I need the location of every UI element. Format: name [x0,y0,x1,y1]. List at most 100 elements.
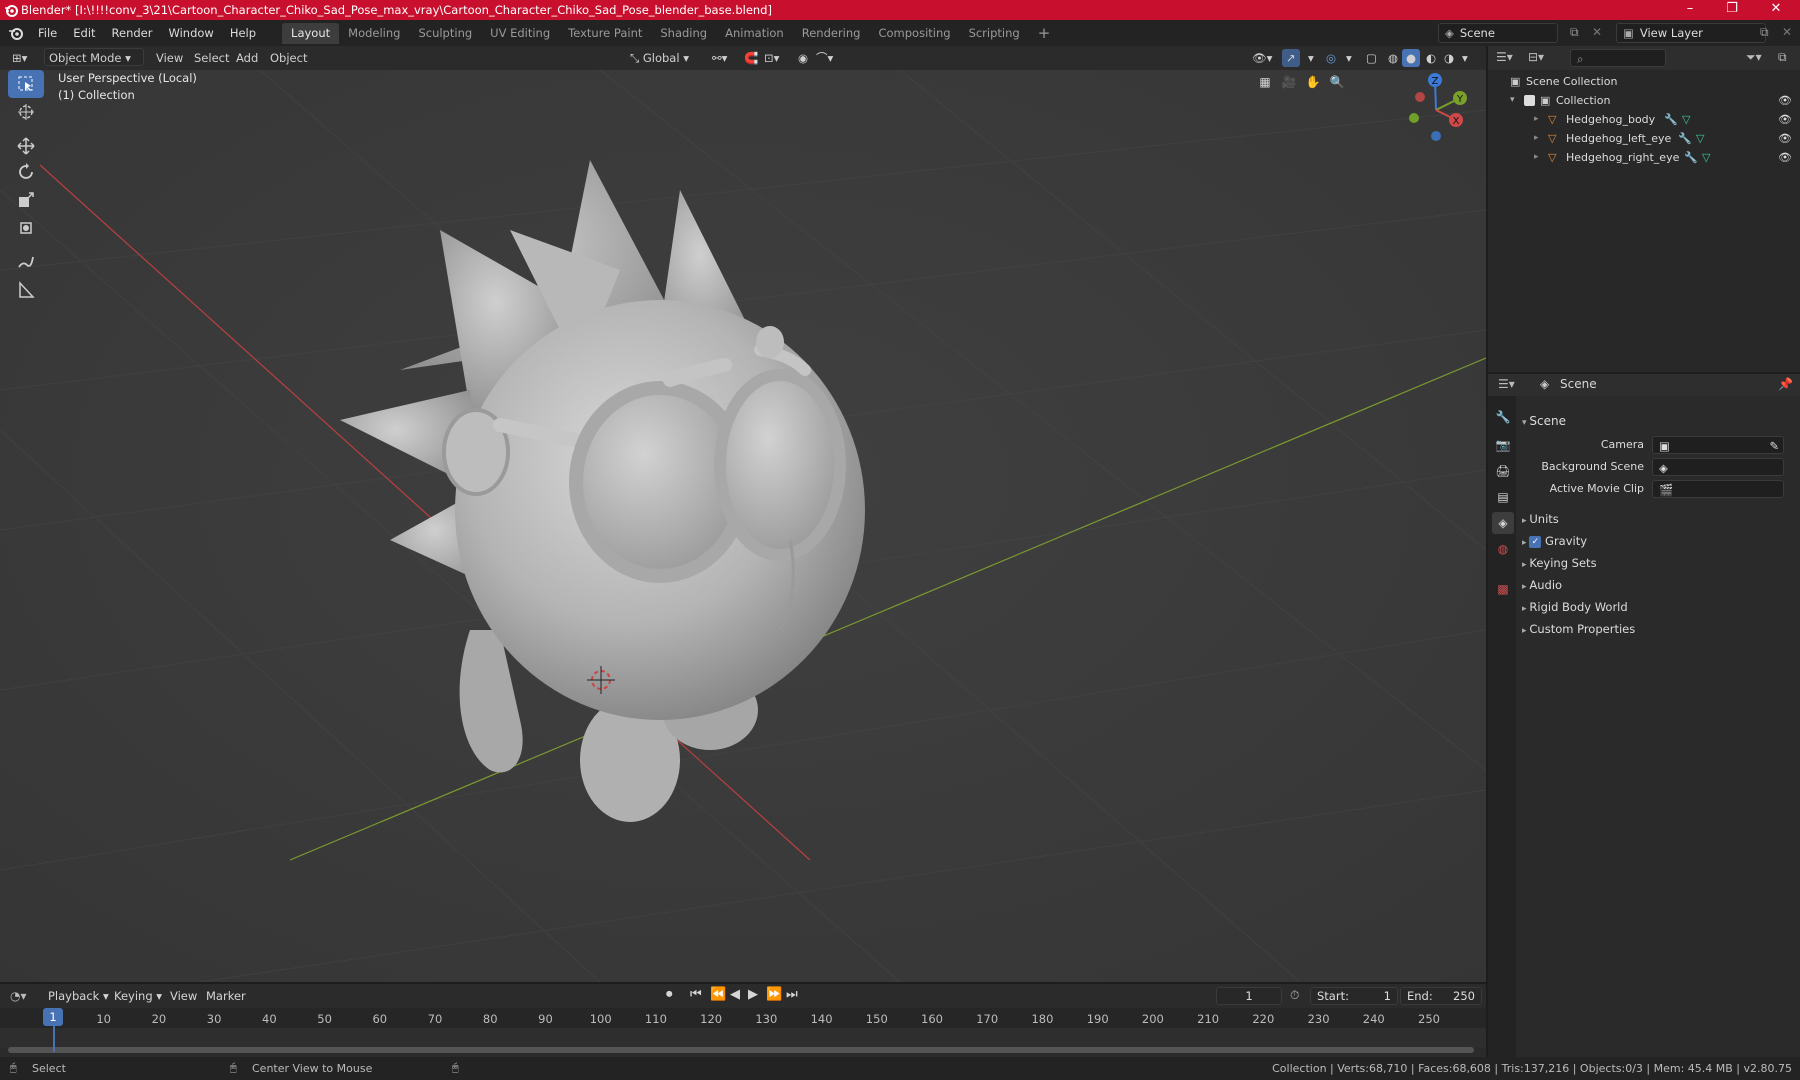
transform-tool[interactable] [8,214,44,242]
record-icon[interactable]: ⏺ [666,987,673,1002]
modifier-icon[interactable]: 🔧 [1684,148,1698,167]
outliner-search-input[interactable]: ⌕ [1570,49,1666,67]
keying-menu[interactable]: Keying ▾ [114,989,162,1003]
output-tab-icon[interactable]: 🖨 [1492,460,1514,482]
new-scene-icon[interactable]: ⧉ [1570,25,1579,40]
tool-tab-icon[interactable]: 🔧 [1492,406,1514,428]
play-icon[interactable]: ▶ [748,987,758,1002]
filter-icon[interactable]: ⏷▾ [1746,50,1762,65]
toggle-grid-icon[interactable]: ▦ [1253,70,1277,94]
audio-panel[interactable]: ▸ Audio [1522,574,1562,596]
orientation-dropdown[interactable]: ⤡ Global ▾ [626,49,693,67]
texture-tab-icon[interactable]: ▩ [1492,578,1514,600]
shading-material-icon[interactable]: ◐ [1422,49,1440,67]
gizmo-dropdown-icon[interactable]: ▾ [1304,49,1318,67]
preview-range-icon[interactable]: ⏱ [1290,988,1299,1003]
minimize-icon[interactable]: – [1672,0,1708,20]
menu-window[interactable]: Window [160,23,221,43]
outliner-row-collection[interactable]: ▾ ▣ Collection 👁 [1488,91,1800,110]
overlay-icon[interactable]: ◎ [1322,49,1340,67]
blender-menu-icon[interactable] [8,25,24,41]
shading-dropdown-icon[interactable]: ▾ [1458,49,1472,67]
tab-rendering[interactable]: Rendering [793,23,870,44]
view-layer-selector[interactable]: ▣ View Layer [1616,23,1766,43]
rigid-body-world-panel[interactable]: ▸ Rigid Body World [1522,596,1628,618]
object-menu[interactable]: Object [266,49,311,67]
outliner-row-hedgehog-body[interactable]: ▸ ▽ Hedgehog_body 🔧 ▽ 👁 [1488,110,1800,129]
annotate-tool[interactable] [8,248,44,276]
expand-object-icon[interactable]: ▸ [1534,129,1539,148]
timeline-scrollbar[interactable] [8,1047,1474,1053]
timeline-view-menu[interactable]: View [170,989,197,1003]
scene-selector[interactable]: ◈ Scene [1438,23,1558,43]
display-mode-icon[interactable]: ⊟▾ [1528,50,1544,64]
delete-scene-icon[interactable]: ✕ [1592,25,1602,39]
snap-target-icon[interactable]: ⊡▾ [760,49,783,67]
mesh-data-icon[interactable]: ▽ [1696,129,1704,148]
tab-sculpting[interactable]: Sculpting [409,23,481,44]
add-workspace-icon[interactable]: + [1029,23,1060,44]
next-keyframe-icon[interactable]: ⏩ [766,987,782,1002]
menu-edit[interactable]: Edit [65,23,103,43]
mode-dropdown[interactable]: Object Mode ▾ [44,48,144,66]
move-tool[interactable] [8,132,44,160]
expand-object-icon[interactable]: ▸ [1534,110,1539,129]
scene-tab-icon[interactable]: ◈ [1492,512,1514,534]
object-visibility-icon[interactable]: 👁 [1778,148,1792,167]
delete-view-layer-icon[interactable]: ✕ [1782,25,1792,39]
prev-keyframe-icon[interactable]: ⏪ [710,987,726,1002]
cursor-tool[interactable] [8,98,44,126]
new-view-layer-icon[interactable]: ⧉ [1760,25,1769,40]
current-frame-field[interactable]: 1 [1216,987,1282,1005]
navigation-gizmo[interactable]: Z Y X [1396,70,1476,150]
camera-view-icon[interactable]: 🎥 [1277,70,1301,94]
custom-properties-panel[interactable]: ▸ Custom Properties [1522,618,1635,640]
shading-solid-icon[interactable]: ● [1402,49,1421,67]
jump-end-icon[interactable]: ⏭ [786,987,798,1002]
visibility-icon[interactable]: 👁▾ [1248,49,1276,67]
outliner-row-hedgehog-left-eye[interactable]: ▸ ▽ Hedgehog_left_eye 🔧 ▽ 👁 [1488,129,1800,148]
rotate-tool[interactable] [8,158,44,186]
measure-tool[interactable] [8,276,44,304]
expand-collection-icon[interactable]: ▾ [1510,91,1515,110]
mesh-data-icon[interactable]: ▽ [1682,110,1690,129]
camera-field[interactable]: ▣ ✎ [1652,436,1784,454]
close-icon[interactable]: ✕ [1758,0,1794,20]
outliner-editor-type-icon[interactable]: ☰▾ [1496,50,1513,64]
3d-viewport[interactable]: User Perspective (Local) (1) Collection … [0,70,1486,982]
editor-type-icon[interactable]: ⊞▾ [8,49,31,67]
add-menu[interactable]: Add [232,49,262,67]
active-movie-clip-field[interactable]: 🎬 [1652,480,1784,498]
playback-menu[interactable]: Playback ▾ [48,989,109,1003]
menu-file[interactable]: File [30,23,65,43]
render-tab-icon[interactable]: 📷 [1492,434,1514,456]
expand-object-icon[interactable]: ▸ [1534,148,1539,167]
menu-help[interactable]: Help [222,23,264,43]
falloff-icon[interactable]: ⌒▾ [812,49,837,67]
select-box-tool[interactable] [8,70,44,98]
gravity-checkbox[interactable]: ✓ [1529,535,1542,548]
pivot-icon[interactable]: ⚯▾ [708,49,731,67]
collection-visibility-icon[interactable]: 👁 [1778,91,1792,110]
shading-wireframe-icon[interactable]: ◍ [1384,49,1402,67]
overlay-dropdown-icon[interactable]: ▾ [1342,49,1356,67]
keying-sets-panel[interactable]: ▸ Keying Sets [1522,552,1597,574]
outliner-row-scene-collection[interactable]: ▣ Scene Collection [1488,72,1800,91]
eyedropper-icon[interactable]: ✎ [1769,437,1779,455]
object-visibility-icon[interactable]: 👁 [1778,129,1792,148]
new-collection-icon[interactable]: ⧉ [1778,50,1787,65]
xray-icon[interactable]: ▢ [1362,49,1381,67]
mesh-data-icon[interactable]: ▽ [1702,148,1710,167]
snap-icon[interactable]: 🧲 [740,49,762,67]
tab-scripting[interactable]: Scripting [960,23,1029,44]
jump-start-icon[interactable]: ⏮ [690,987,702,1002]
end-frame-field[interactable]: End: 250 [1400,987,1482,1005]
maximize-icon[interactable]: ❐ [1714,0,1750,20]
gizmo-toggle-icon[interactable]: ↗ [1282,49,1300,67]
gravity-panel[interactable]: ▸ ✓ Gravity [1522,530,1587,552]
tab-animation[interactable]: Animation [716,23,793,44]
marker-menu[interactable]: Marker [206,989,246,1003]
zoom-icon[interactable]: 🔍 [1325,70,1349,94]
scale-tool[interactable] [8,186,44,214]
play-reverse-icon[interactable]: ◀ [730,987,740,1002]
